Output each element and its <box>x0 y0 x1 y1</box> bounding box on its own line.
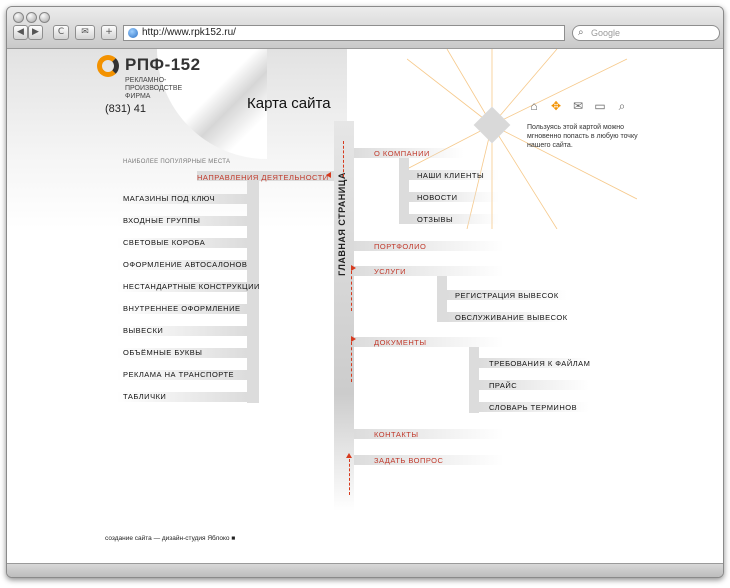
sitemap-hint: Пользуясь этой картой можно мгновенно по… <box>527 124 638 149</box>
left-item-plates[interactable]: ТАБЛИЧКИ <box>123 392 166 401</box>
arrow-left-icon <box>325 172 331 178</box>
search-placeholder: Google <box>591 28 621 38</box>
services-trunk <box>437 276 447 322</box>
directions-link[interactable]: НАПРАВЛЕНИЯ ДЕЯТЕЛЬНОСТИ <box>197 173 329 182</box>
search-input[interactable]: ⌕ Google <box>572 25 720 41</box>
address-text: http://www.rpk152.ru/ <box>142 27 236 38</box>
close-window-button[interactable] <box>13 12 24 23</box>
bookmark-icon[interactable]: ✉ <box>75 25 95 40</box>
forward-button[interactable]: ▶ <box>28 25 43 40</box>
apple-logo-icon: ■ <box>231 535 236 542</box>
zoom-window-button[interactable] <box>39 12 50 23</box>
mail-icon[interactable]: ✉ <box>571 99 585 113</box>
logo-mark-icon <box>97 55 119 77</box>
sitemap-icon[interactable]: ✥ <box>549 99 563 113</box>
services-item-maintenance[interactable]: ОБСЛУЖИВАНИЕ ВЫВЕСОК <box>455 313 568 322</box>
home-link[interactable]: ГЛАВНАЯ СТРАНИЦА <box>337 169 347 279</box>
popular-places-label: НАИБОЛЕЕ ПОПУЛЯРНЫЕ МЕСТА <box>123 159 231 165</box>
dashed-connector <box>349 459 350 495</box>
browser-toolbar: ◀ ▶ C ✉ + http://www.rpk152.ru/ ⌕ Google <box>7 7 723 49</box>
left-item-signs[interactable]: ВЫВЕСКИ <box>123 326 163 335</box>
left-item-interior[interactable]: ВНУТРЕННЕЕ ОФОРМЛЕНИЕ <box>123 304 240 313</box>
services-item-registration[interactable]: РЕГИСТРАЦИЯ ВЫВЕСОК <box>455 291 559 300</box>
dashed-connector <box>351 271 352 311</box>
logo-sub-line-1: РЕКЛАМНО- <box>125 77 167 84</box>
dashed-connector <box>343 141 344 177</box>
address-bar[interactable]: http://www.rpk152.ru/ <box>123 25 565 41</box>
chat-icon[interactable]: ▭ <box>593 99 607 113</box>
documents-item-price[interactable]: ПРАЙС <box>489 381 517 390</box>
globe-icon <box>128 28 138 38</box>
search-site-icon[interactable]: ⌕ <box>615 99 629 113</box>
left-item-custom[interactable]: НЕСТАНДАРТНЫЕ КОНСТРУКЦИИ <box>123 282 260 291</box>
documents-link[interactable]: ДОКУМЕНТЫ <box>374 338 427 347</box>
directions-trunk <box>247 181 259 403</box>
portfolio-link[interactable]: ПОРТФОЛИО <box>374 242 426 251</box>
status-bar <box>7 563 723 577</box>
page-viewport: РПФ-152 РЕКЛАМНО- ПРОИЗВОДСТВЕ ФИРМА (83… <box>7 49 723 564</box>
add-bookmark-button[interactable]: + <box>101 25 117 40</box>
logo-text: РПФ-152 <box>125 55 201 74</box>
home-icon[interactable]: ⌂ <box>527 99 541 113</box>
left-item-lightbox[interactable]: СВЕТОВЫЕ КОРОБА <box>123 238 205 247</box>
back-button[interactable]: ◀ <box>13 25 28 40</box>
left-item-letters[interactable]: ОБЪЁМНЫЕ БУКВЫ <box>123 348 202 357</box>
left-item-entrance[interactable]: ВХОДНЫЕ ГРУППЫ <box>123 216 200 225</box>
dashed-connector <box>351 342 352 382</box>
arrow-right-icon <box>351 265 357 271</box>
logo-subtitle: РЕКЛАМНО- ПРОИЗВОДСТВЕ ФИРМА <box>125 77 182 101</box>
documents-item-files[interactable]: ТРЕБОВАНИЯ К ФАЙЛАМ <box>489 359 590 368</box>
search-icon: ⌕ <box>578 27 584 38</box>
about-item-reviews[interactable]: ОТЗЫВЫ <box>417 215 453 224</box>
about-trunk <box>399 158 409 224</box>
ask-question-link[interactable]: ЗАДАТЬ ВОПРОС <box>374 456 443 465</box>
about-link[interactable]: О КОМПАНИИ <box>374 149 430 158</box>
documents-trunk <box>469 347 479 413</box>
left-item-transport[interactable]: РЕКЛАМА НА ТРАНСПОРТЕ <box>123 370 234 379</box>
services-link[interactable]: УСЛУГИ <box>374 267 406 276</box>
reload-button[interactable]: C <box>53 25 69 40</box>
minimize-window-button[interactable] <box>26 12 37 23</box>
documents-item-glossary[interactable]: СЛОВАРЬ ТЕРМИНОВ <box>489 403 577 412</box>
left-item-shops[interactable]: МАГАЗИНЫ ПОД КЛЮЧ <box>123 194 215 203</box>
about-item-clients[interactable]: НАШИ КЛИЕНТЫ <box>417 171 484 180</box>
about-item-news[interactable]: НОВОСТИ <box>417 193 457 202</box>
left-item-autosalon[interactable]: ОФОРМЛЕНИЕ АВТОСАЛОНОВ <box>123 260 247 269</box>
page-title: Карта сайта <box>247 95 331 112</box>
arrow-up-icon <box>346 452 352 458</box>
arrow-right-icon <box>351 336 357 342</box>
logo-sub-line-2: ПРОИЗВОДСТВЕ <box>125 85 183 92</box>
footer-credit[interactable]: создание сайта — дизайн-студия Яблоко ■ <box>105 535 235 542</box>
contacts-link[interactable]: КОНТАКТЫ <box>374 430 418 439</box>
footer-credit-text: создание сайта — дизайн-студия Яблоко <box>105 535 230 542</box>
phone-number: (831) 41 <box>105 103 146 115</box>
logo-sub-line-3: ФИРМА <box>125 93 151 100</box>
browser-window: ◀ ▶ C ✉ + http://www.rpk152.ru/ ⌕ Google… <box>6 6 724 578</box>
